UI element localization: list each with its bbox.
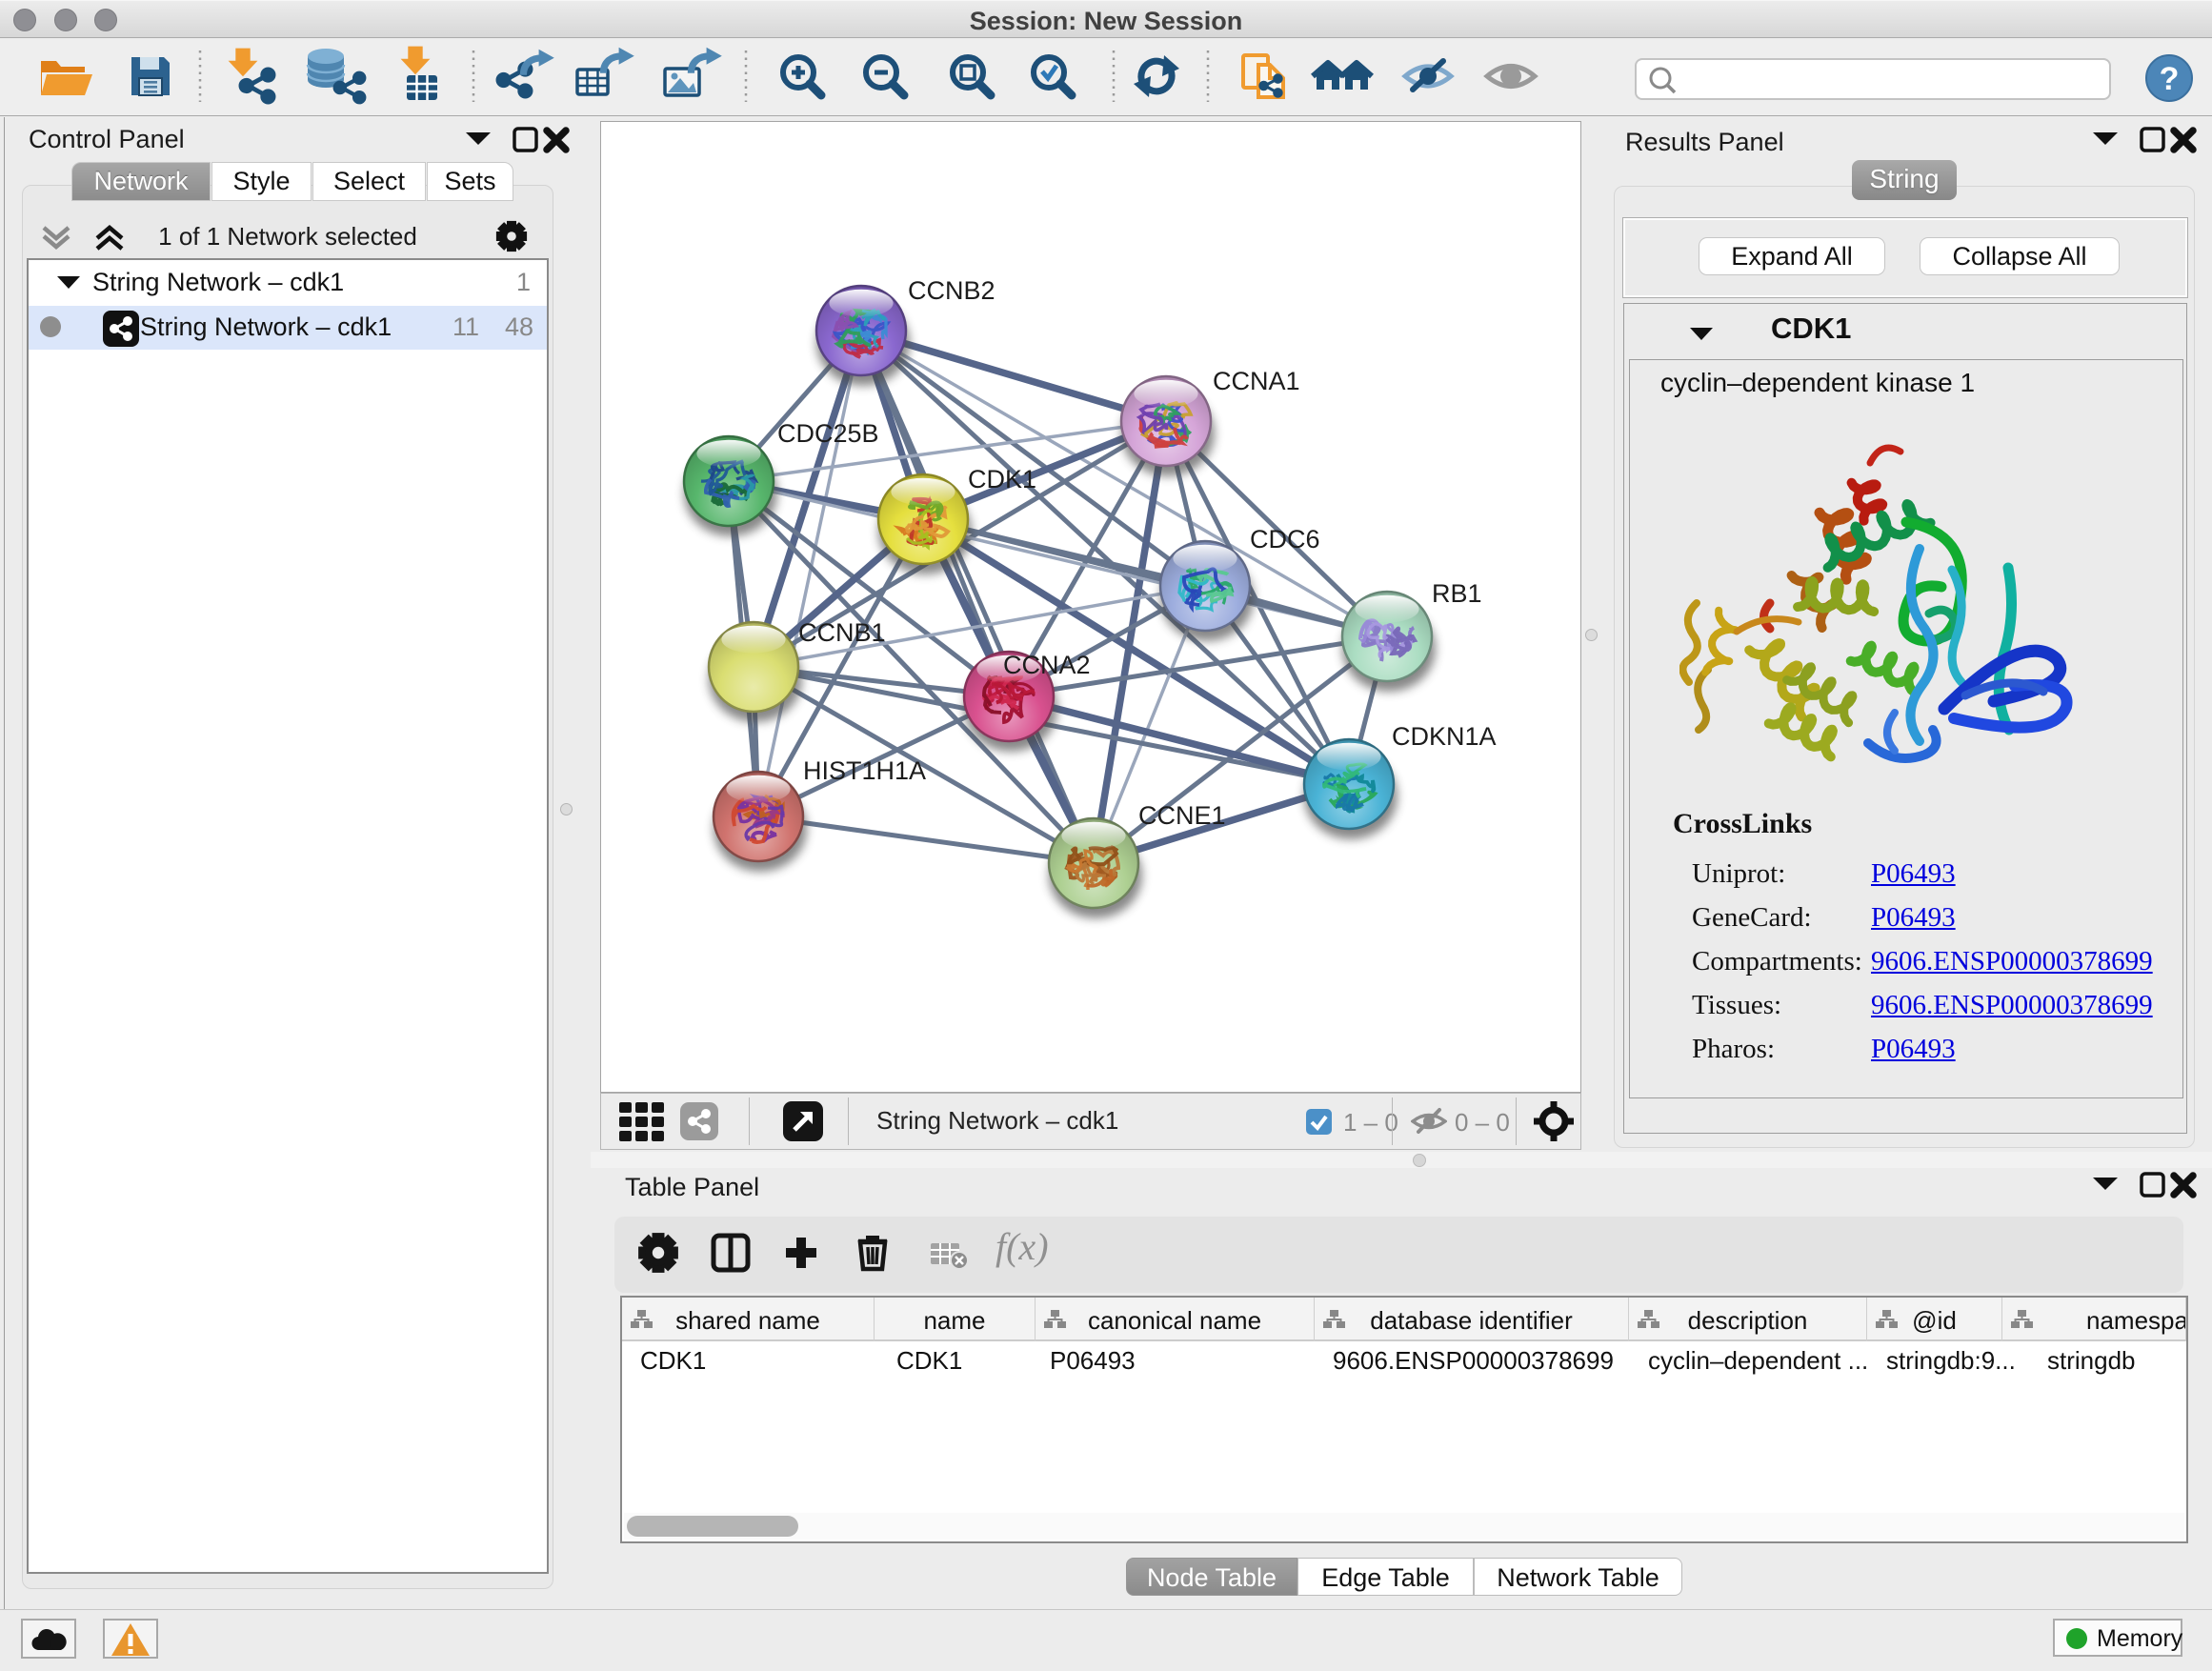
svg-text:CCNA2: CCNA2 (1003, 651, 1091, 679)
svg-text:?: ? (2160, 61, 2180, 97)
svg-text:CDK1: CDK1 (968, 465, 1036, 493)
svg-text:RB1: RB1 (1432, 579, 1482, 608)
svg-text:CDC25B: CDC25B (777, 419, 879, 448)
svg-text:CDKN1A: CDKN1A (1392, 722, 1497, 751)
svg-text:CCNE1: CCNE1 (1138, 801, 1226, 830)
svg-text:CCNA1: CCNA1 (1213, 367, 1300, 395)
svg-text:CCNB1: CCNB1 (798, 618, 886, 647)
svg-text:CCNB2: CCNB2 (908, 276, 995, 305)
svg-text:HIST1H1A: HIST1H1A (803, 756, 926, 785)
svg-text:CDC6: CDC6 (1250, 525, 1320, 554)
